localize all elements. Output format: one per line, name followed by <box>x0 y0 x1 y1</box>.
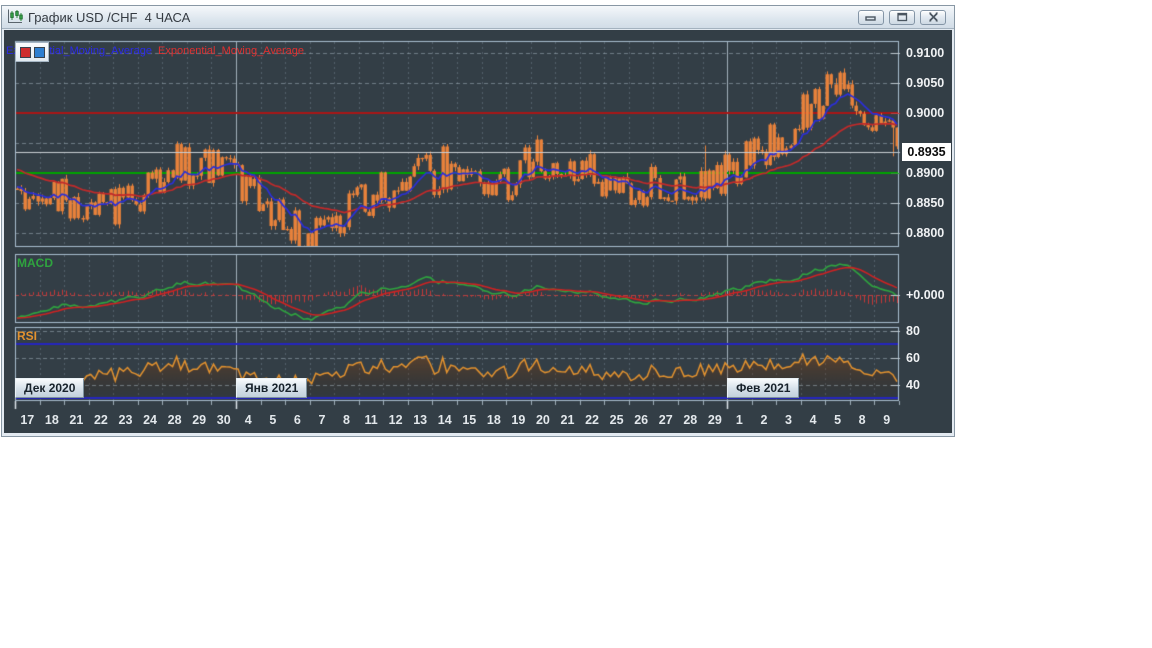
price-axis-label: 0.9100 <box>906 46 945 60</box>
rsi-axis-label: 60 <box>906 350 920 365</box>
close-button[interactable] <box>920 9 946 25</box>
indicator-marker-box <box>15 42 49 62</box>
date-axis-label: 2 <box>760 413 768 427</box>
chart-window: График USD /CHF 4 ЧАСА Exponential_Movin… <box>1 5 955 437</box>
date-axis-label: 25 <box>609 413 624 427</box>
date-axis-label: 5 <box>834 413 842 427</box>
price-axis-label: 0.8800 <box>906 226 945 241</box>
date-axis-label: 19 <box>511 413 526 427</box>
date-axis-label: 28 <box>167 413 182 427</box>
date-axis-label: 23 <box>118 413 133 427</box>
month-label-jan-2021: Янв 2021 <box>236 378 308 398</box>
date-axis-label: 22 <box>585 413 599 427</box>
date-axis-label: 6 <box>293 413 301 427</box>
date-axis-label: 27 <box>658 413 673 427</box>
minimize-icon <box>865 15 876 21</box>
chart-icon <box>8 9 23 23</box>
date-axis-label: 26 <box>634 413 649 427</box>
date-axis-label: 14 <box>437 413 452 427</box>
date-axis-label: 22 <box>93 413 108 427</box>
date-axis-label: 5 <box>269 413 277 427</box>
price-axis-label: 0.9000 <box>906 106 945 121</box>
date-axis-label: 1 <box>735 413 743 427</box>
minimize-button[interactable] <box>858 9 884 25</box>
price-axis-label: 0.8900 <box>906 166 945 181</box>
chart-client-area: Exponential_Moving_Average Exponential_M… <box>4 30 952 433</box>
titlebar[interactable]: График USD /CHF 4 ЧАСА <box>2 6 954 29</box>
price-axis-label: 0.9050 <box>906 76 945 91</box>
date-axis-label: 9 <box>883 413 891 427</box>
date-axis-label: 15 <box>462 413 477 427</box>
date-axis-label: 29 <box>707 413 722 427</box>
date-axis-label: 29 <box>192 413 207 427</box>
price-axis-label: 0.8850 <box>906 196 945 211</box>
date-axis-label: 21 <box>69 413 84 427</box>
date-axis-label: 12 <box>388 413 403 427</box>
window-title: График USD /CHF 4 ЧАСА <box>28 9 191 25</box>
date-axis-label: 4 <box>809 413 817 427</box>
date-axis-label: 8 <box>343 413 350 427</box>
date-axis-label: 13 <box>413 413 428 427</box>
rsi-axis-label: 80 <box>906 324 920 339</box>
legend-ema-red: Exponential_Moving_Average <box>158 45 304 57</box>
macd-axis-label: +0.000 <box>906 287 945 302</box>
date-axis-label: 4 <box>244 413 252 427</box>
month-label-dec-2020: Дек 2020 <box>15 378 85 398</box>
rsi-label: RSI <box>17 329 38 343</box>
macd-label: MACD <box>17 256 53 270</box>
date-axis-label: 18 <box>44 413 59 427</box>
current-price-tag: 0.8935 <box>902 143 951 162</box>
month-label-feb-2021: Фев 2021 <box>727 378 800 398</box>
date-axis-label: 20 <box>535 413 550 427</box>
chart-canvas[interactable] <box>4 30 952 433</box>
date-axis-label: 21 <box>560 413 575 427</box>
blue-marker-button[interactable] <box>33 46 45 58</box>
window-controls <box>858 9 946 25</box>
date-axis-label: 11 <box>364 413 378 427</box>
date-axis-label: 3 <box>785 413 792 427</box>
date-axis-label: 7 <box>318 413 326 427</box>
date-axis-label: 28 <box>683 413 698 427</box>
date-axis-label: 17 <box>20 413 35 427</box>
date-axis-label: 18 <box>486 413 501 427</box>
date-axis-label: 24 <box>143 413 157 427</box>
rsi-axis-label: 40 <box>906 377 920 392</box>
restore-icon <box>896 12 907 22</box>
close-icon <box>928 12 938 22</box>
date-axis-label: 30 <box>216 413 231 427</box>
date-axis-label: 8 <box>858 413 866 427</box>
red-marker-button[interactable] <box>19 46 31 58</box>
restore-button[interactable] <box>889 9 915 25</box>
